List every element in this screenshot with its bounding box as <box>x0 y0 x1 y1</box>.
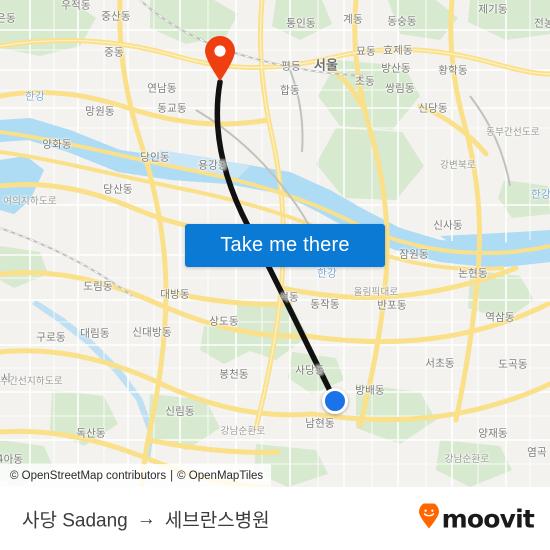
osm-attribution-link[interactable]: © OpenStreetMap contributors <box>10 470 166 482</box>
moovit-pin-icon <box>418 501 440 534</box>
moovit-wordmark: moovit <box>441 504 535 533</box>
arrow-right-icon: → <box>136 508 156 529</box>
tiles-attribution-link[interactable]: © OpenMapTiles <box>177 470 263 482</box>
origin-marker-icon[interactable] <box>322 388 348 414</box>
attribution-separator: | <box>170 469 174 482</box>
footer-bar: 사당 Sadang → 세브란스병원 moovit <box>0 487 550 550</box>
route-destination-label: 세브란스병원 <box>164 510 270 531</box>
map-attribution: © OpenStreetMap contributors | © OpenMap… <box>0 464 272 487</box>
route-origin-label: 사당 Sadang <box>22 510 128 531</box>
moovit-logo[interactable]: moovit <box>418 501 535 534</box>
take-me-there-button[interactable]: Take me there <box>185 224 385 267</box>
route-summary: 사당 Sadang → 세브란스병원 <box>22 505 270 532</box>
map-screen: 우적동 중산동 은동 중동 통인동 계동 동숭동 제기동 전농 연남동 동교동 합동 평등 서울 묘동 효제동… <box>0 0 550 550</box>
destination-marker-icon[interactable] <box>203 36 237 82</box>
